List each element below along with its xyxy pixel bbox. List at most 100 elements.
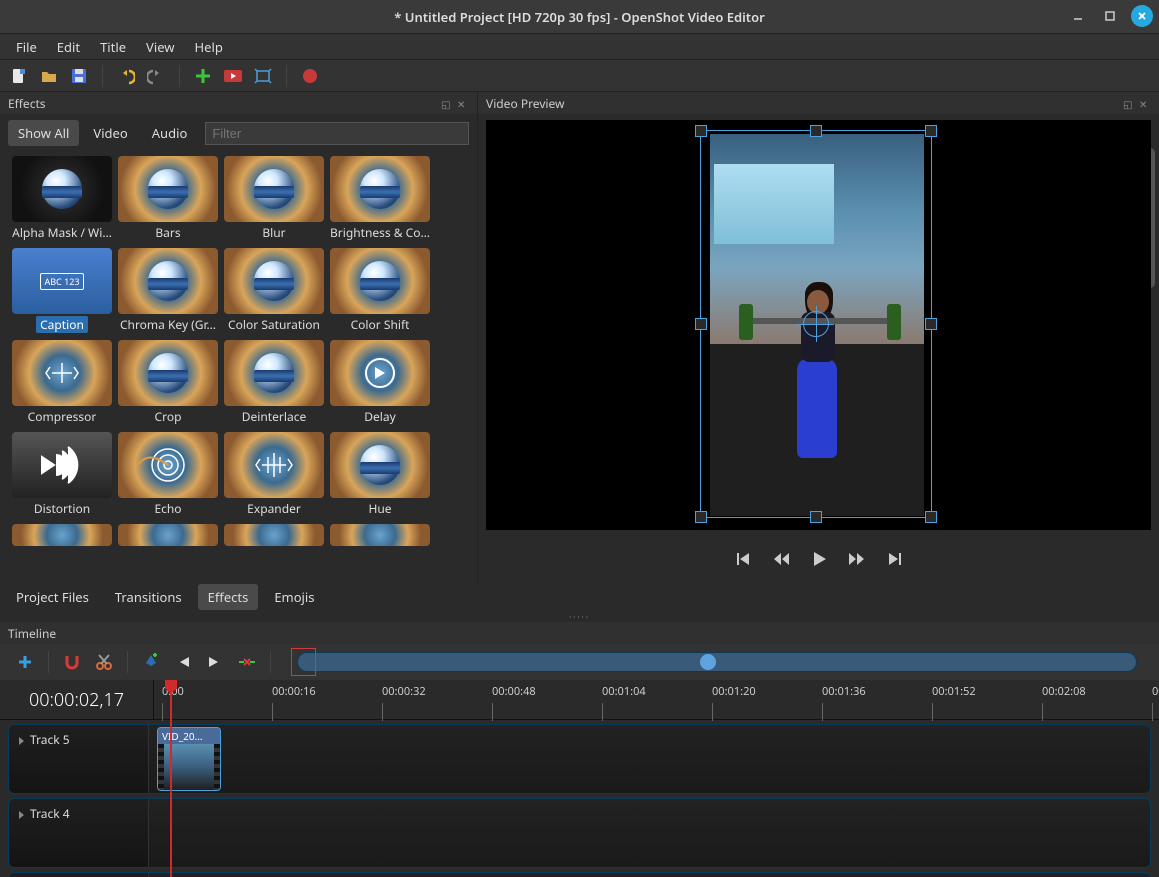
- effect-item[interactable]: Delay: [328, 340, 432, 430]
- effect-thumbnail: [118, 248, 218, 314]
- open-project-button[interactable]: [38, 65, 60, 87]
- timeline-clip[interactable]: VID_20…: [157, 727, 221, 791]
- effect-item[interactable]: Crop: [116, 340, 220, 430]
- effect-item[interactable]: Bars: [116, 156, 220, 246]
- effect-label: Color Saturation: [228, 316, 320, 333]
- window-title: * Untitled Project [HD 720p 30 fps] - Op…: [0, 8, 1159, 26]
- panel-float-icon[interactable]: ◱: [441, 97, 453, 109]
- rewind-button[interactable]: [771, 549, 791, 569]
- window-maximize-button[interactable]: [1099, 5, 1121, 27]
- effect-label: Bars: [155, 224, 180, 241]
- snapping-button[interactable]: [61, 651, 83, 673]
- window-close-button[interactable]: [1131, 5, 1153, 27]
- add-marker-button[interactable]: [140, 651, 162, 673]
- effect-thumbnail: [330, 248, 430, 314]
- track-row[interactable]: Track 3: [8, 872, 1151, 877]
- menu-help[interactable]: Help: [187, 36, 231, 58]
- transform-handle[interactable]: [925, 125, 937, 137]
- fullscreen-button[interactable]: [252, 65, 274, 87]
- undo-button[interactable]: [115, 65, 137, 87]
- preview-close-icon[interactable]: ✕: [1139, 97, 1151, 109]
- effects-tab-audio[interactable]: Audio: [142, 120, 198, 146]
- save-project-button[interactable]: [68, 65, 90, 87]
- effect-label: Crop: [155, 408, 182, 425]
- effect-item[interactable]: Hue: [328, 432, 432, 522]
- timeline-ruler[interactable]: 00:00:02,17 0:0000:00:1600:00:3200:00:48…: [0, 680, 1159, 720]
- tab-transitions[interactable]: Transitions: [105, 584, 192, 610]
- effect-item[interactable]: Alpha Mask / Wi…: [10, 156, 114, 246]
- effect-item[interactable]: [222, 524, 326, 582]
- ruler-tick: 00:00:48: [492, 684, 536, 699]
- timeline-zoom-slider[interactable]: [289, 652, 1145, 672]
- play-button[interactable]: [809, 549, 829, 569]
- track-label: Track 5: [30, 731, 70, 748]
- effect-item[interactable]: Chroma Key (Gr…: [116, 248, 220, 338]
- timeline-tracks: Track 5 VID_20… Track 4 Track 3: [0, 720, 1159, 877]
- jump-end-button[interactable]: [885, 549, 905, 569]
- horizontal-splitter[interactable]: ·····: [0, 612, 1159, 622]
- transform-handle[interactable]: [925, 511, 937, 523]
- effect-item[interactable]: Blur: [222, 156, 326, 246]
- effect-item[interactable]: Compressor: [10, 340, 114, 430]
- tab-effects[interactable]: Effects: [198, 584, 259, 610]
- effect-item[interactable]: Echo: [116, 432, 220, 522]
- playhead[interactable]: [170, 680, 172, 877]
- effect-thumbnail: [118, 432, 218, 498]
- effect-thumbnail: [118, 340, 218, 406]
- panel-close-icon[interactable]: ✕: [457, 97, 469, 109]
- transform-handle[interactable]: [695, 511, 707, 523]
- add-track-button[interactable]: [14, 651, 36, 673]
- track-row[interactable]: Track 5 VID_20…: [8, 724, 1151, 794]
- menu-view[interactable]: View: [138, 36, 182, 58]
- effect-thumbnail: [330, 524, 430, 546]
- previous-marker-button[interactable]: [172, 651, 194, 673]
- window-minimize-button[interactable]: [1067, 5, 1089, 27]
- center-playhead-button[interactable]: [236, 651, 258, 673]
- effect-thumbnail: [330, 340, 430, 406]
- video-preview-canvas[interactable]: [486, 120, 1151, 530]
- effect-label: Deinterlace: [242, 408, 306, 425]
- effects-tab-video[interactable]: Video: [83, 120, 137, 146]
- chevron-right-icon: [19, 737, 24, 745]
- effect-item[interactable]: Expander: [222, 432, 326, 522]
- timecode-display[interactable]: 00:00:02,17: [0, 680, 154, 720]
- tab-project-files[interactable]: Project Files: [6, 584, 99, 610]
- menubar: File Edit Title View Help: [0, 34, 1159, 60]
- effect-thumbnail: [224, 432, 324, 498]
- effect-item[interactable]: [116, 524, 220, 582]
- effect-thumbnail: [12, 432, 112, 498]
- effect-thumbnail: [12, 156, 112, 222]
- effects-tab-showall[interactable]: Show All: [8, 120, 79, 146]
- jump-start-button[interactable]: [733, 549, 753, 569]
- menu-title[interactable]: Title: [92, 36, 134, 58]
- effect-label: Color Shift: [351, 316, 410, 333]
- effect-item[interactable]: [328, 524, 432, 582]
- transform-handle[interactable]: [925, 318, 937, 330]
- track-row[interactable]: Track 4: [8, 798, 1151, 868]
- effect-item[interactable]: [10, 524, 114, 582]
- choose-profile-button[interactable]: [222, 65, 244, 87]
- effect-item[interactable]: Color Saturation: [222, 248, 326, 338]
- effect-label: Chroma Key (Gr…: [120, 316, 216, 333]
- razor-button[interactable]: [93, 651, 115, 673]
- effect-item[interactable]: Color Shift: [328, 248, 432, 338]
- transform-handle[interactable]: [695, 318, 707, 330]
- effect-item[interactable]: Brightness & Co…: [328, 156, 432, 246]
- effect-thumbnail: [118, 156, 218, 222]
- new-project-button[interactable]: [8, 65, 30, 87]
- preview-float-icon[interactable]: ◱: [1123, 97, 1135, 109]
- import-files-button[interactable]: [192, 65, 214, 87]
- effect-item[interactable]: ABC 123Caption: [10, 248, 114, 338]
- effects-filter-input[interactable]: [205, 122, 469, 145]
- effect-item[interactable]: Distortion: [10, 432, 114, 522]
- next-marker-button[interactable]: [204, 651, 226, 673]
- effect-label: Delay: [364, 408, 395, 425]
- transform-handle[interactable]: [695, 125, 707, 137]
- export-video-button[interactable]: [299, 65, 321, 87]
- menu-edit[interactable]: Edit: [49, 36, 88, 58]
- menu-file[interactable]: File: [8, 36, 45, 58]
- fastforward-button[interactable]: [847, 549, 867, 569]
- tab-emojis[interactable]: Emojis: [264, 584, 324, 610]
- redo-button[interactable]: [145, 65, 167, 87]
- effect-item[interactable]: Deinterlace: [222, 340, 326, 430]
